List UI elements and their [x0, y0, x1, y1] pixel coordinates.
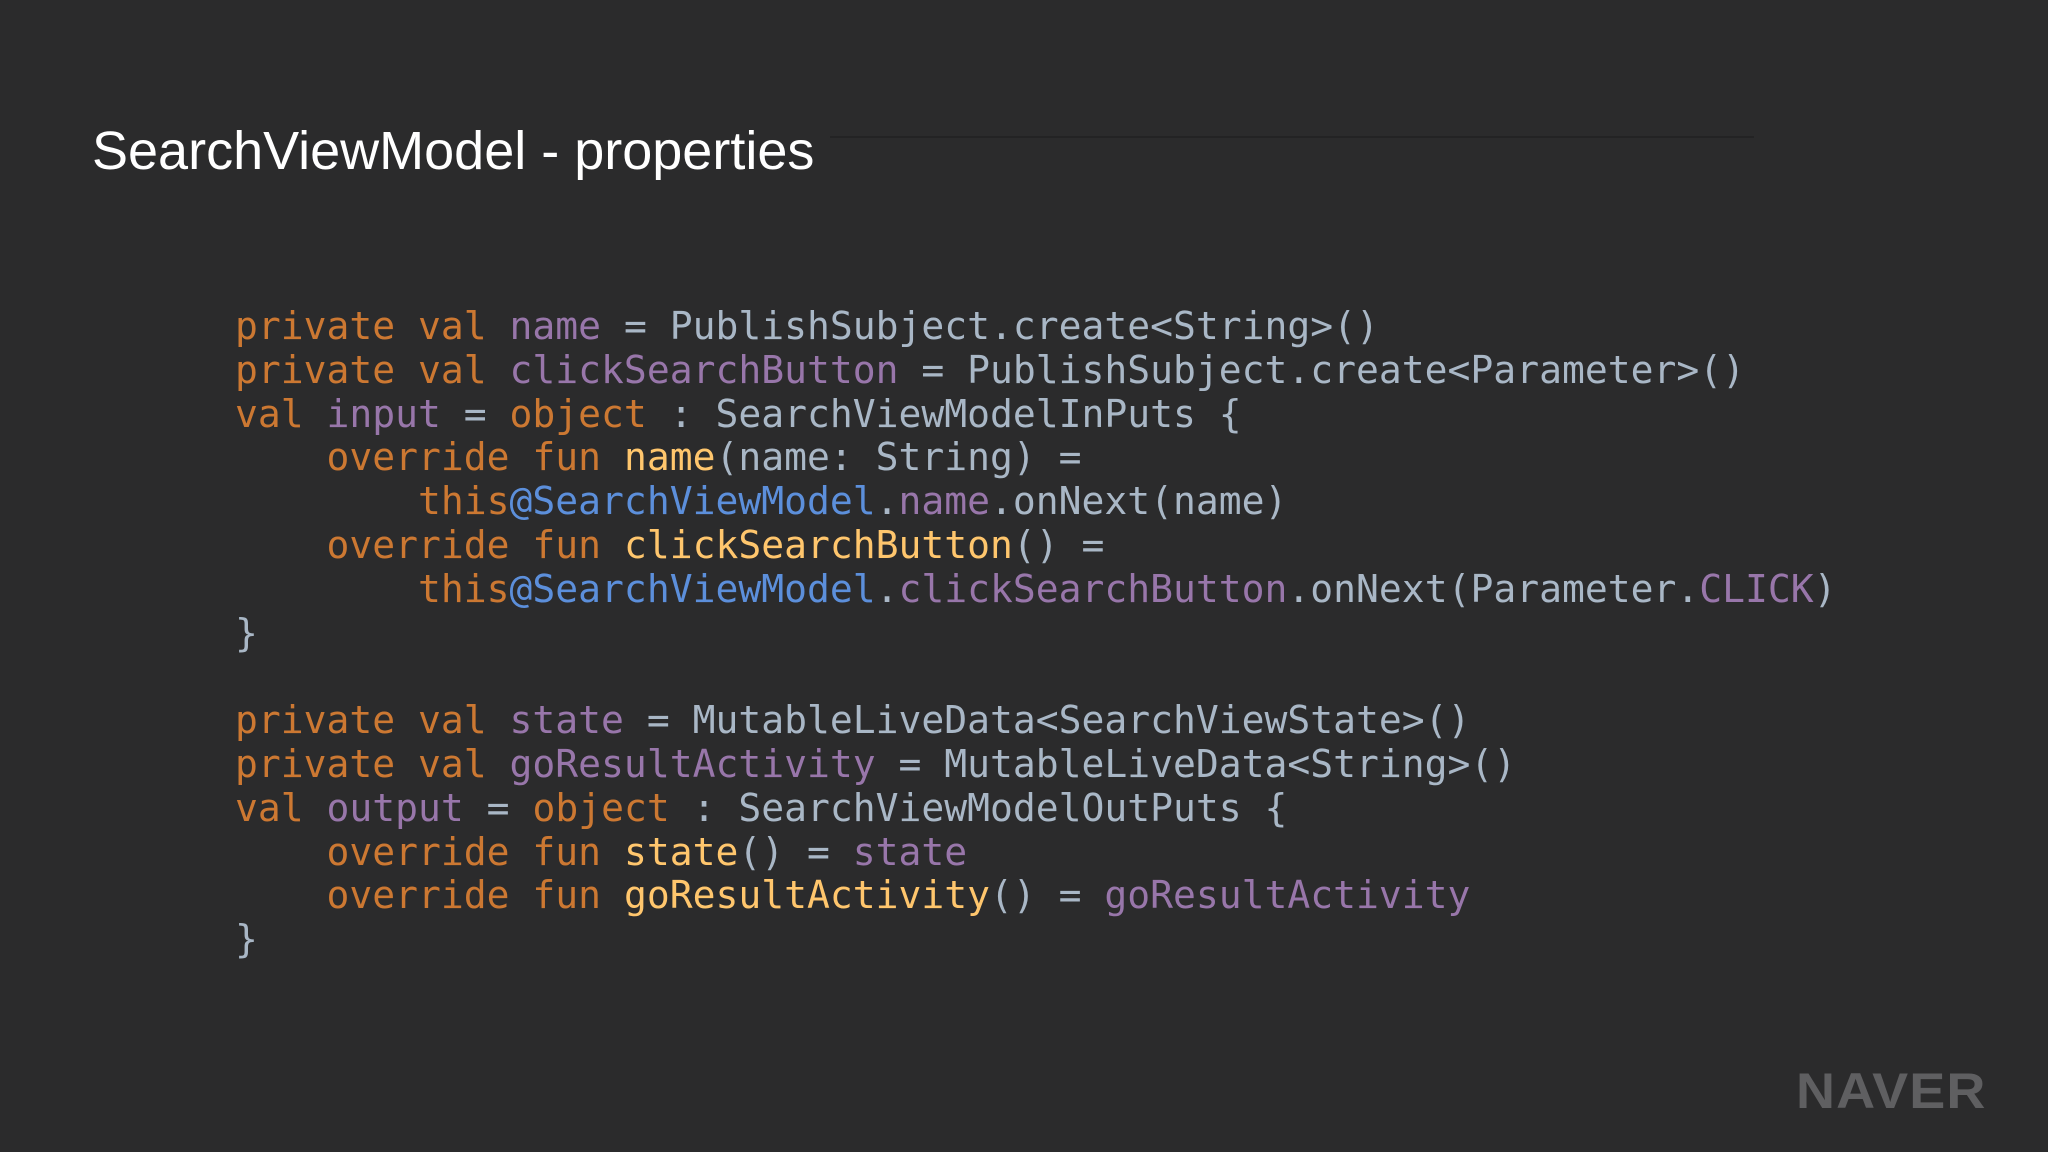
keyword-token: val: [235, 391, 327, 436]
naver-logo: NAVER: [1796, 1063, 1987, 1119]
code-line: override fun goResultActivity() = goResu…: [235, 873, 1837, 918]
property-token: state: [509, 698, 624, 743]
plain-token: = MutableLiveData<String>(): [875, 741, 1517, 786]
presentation-slide: SearchViewModel - properties private val…: [0, 0, 2048, 1152]
function-token: state: [623, 829, 739, 874]
title-divider: [830, 136, 1754, 138]
plain-token: }: [235, 917, 258, 962]
keyword-token: private val: [235, 347, 510, 392]
keyword-token: object: [532, 785, 670, 830]
plain-token: .onNext(Parameter.: [1287, 566, 1700, 611]
code-line: override fun state() = state: [235, 829, 1837, 875]
keyword-token: override fun: [235, 873, 624, 918]
code-line: this@SearchViewModel.clickSearchButton.o…: [235, 566, 1837, 612]
keyword-token: private val: [235, 304, 510, 348]
property-token: input: [326, 391, 441, 436]
keyword-token: private val: [235, 698, 510, 743]
code-snippet: private val name = PublishSubject.create…: [235, 304, 1837, 962]
property-token: output: [326, 785, 464, 830]
plain-token: () =: [1012, 522, 1105, 567]
function-token: clickSearchButton: [623, 522, 1013, 567]
plain-token: }: [235, 610, 258, 655]
code-line: }: [235, 610, 1837, 656]
function-token: name: [623, 435, 716, 480]
property-token: CLICK: [1699, 566, 1814, 611]
keyword-token: object: [509, 391, 647, 436]
keyword-token: override fun: [235, 829, 624, 874]
property-token: name: [509, 304, 602, 348]
code-line: private val state = MutableLiveData<Sear…: [235, 698, 1837, 743]
label-token: @SearchViewModel: [509, 566, 876, 611]
property-token: state: [852, 829, 968, 874]
property-token: goResultActivity: [509, 741, 876, 786]
code-line: val input = object : SearchViewModelInPu…: [235, 391, 1837, 437]
label-token: @SearchViewModel: [509, 479, 876, 524]
code-line: private val name = PublishSubject.create…: [235, 304, 1837, 349]
plain-token: = PublishSubject.create<String>(): [601, 304, 1379, 348]
keyword-token: override fun: [235, 522, 624, 567]
code-line: private val clickSearchButton = PublishS…: [235, 347, 1837, 393]
slide-title: SearchViewModel - properties: [92, 121, 815, 181]
plain-token: =: [440, 391, 510, 436]
plain-token: (name: String) =: [715, 435, 1082, 480]
plain-token: : SearchViewModelInPuts {: [646, 391, 1242, 436]
code-line: override fun clickSearchButton() =: [235, 522, 1837, 568]
keyword-token: private val: [235, 741, 510, 786]
keyword-token: this: [235, 479, 510, 524]
code-line: val output = object : SearchViewModelOut…: [235, 785, 1837, 831]
property-token: name: [898, 479, 990, 524]
plain-token: .: [875, 566, 899, 611]
plain-token: ): [1813, 566, 1837, 611]
plain-token: =: [463, 785, 533, 830]
plain-token: () =: [738, 829, 853, 874]
function-token: goResultActivity: [623, 873, 990, 918]
plain-token: : SearchViewModelOutPuts {: [669, 785, 1288, 830]
keyword-token: override fun: [235, 435, 624, 480]
plain-token: () =: [989, 873, 1105, 918]
property-token: clickSearchButton: [509, 347, 899, 392]
keyword-token: val: [235, 785, 327, 830]
keyword-token: this: [235, 566, 510, 611]
property-token: goResultActivity: [1104, 873, 1471, 918]
code-line: this@SearchViewModel.name.onNext(name): [235, 479, 1837, 524]
code-line: override fun name(name: String) =: [235, 435, 1837, 480]
code-line: }: [235, 917, 1837, 962]
property-token: clickSearchButton: [898, 566, 1288, 611]
plain-token: .: [875, 479, 899, 524]
plain-token: = PublishSubject.create<Parameter>(): [898, 347, 1745, 392]
code-line: private val goResultActivity = MutableLi…: [235, 741, 1837, 787]
plain-token: .onNext(name): [990, 479, 1288, 524]
plain-token: = MutableLiveData<SearchViewState>(): [623, 698, 1471, 743]
